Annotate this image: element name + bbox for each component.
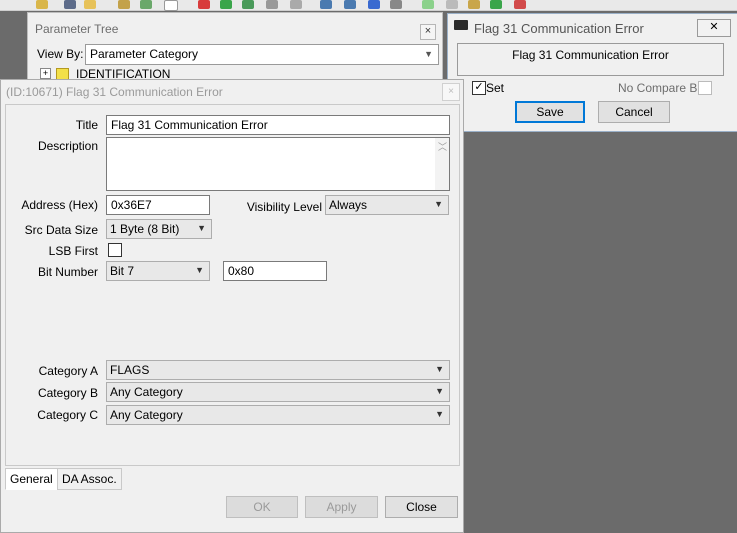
chevron-down-icon: ▼ [195, 265, 204, 275]
category-c-select[interactable]: Any Category ▼ [106, 405, 450, 425]
dialog-title: (ID:10671) Flag 31 Communication Error [6, 85, 223, 99]
address-label: Address (Hex) [21, 198, 98, 212]
save-icon[interactable] [64, 0, 76, 9]
category-c-label: Category C [37, 408, 98, 422]
close-icon[interactable]: × [420, 24, 436, 40]
description-textarea[interactable]: ︿ ﹀ [106, 137, 450, 191]
view-by-value: Parameter Category [90, 47, 199, 61]
tab-general[interactable]: General [5, 468, 58, 490]
monitor-icon[interactable] [390, 0, 402, 9]
chevron-down-icon: ▼ [435, 386, 444, 396]
window-icon[interactable] [344, 0, 356, 9]
table-icon[interactable] [320, 0, 332, 9]
cancel-button[interactable]: Cancel [598, 101, 670, 123]
tab-da-assoc[interactable]: DA Assoc. [57, 468, 122, 490]
view-by-select[interactable]: Parameter Category ▼ [85, 44, 439, 65]
bit-number-label: Bit Number [37, 265, 98, 279]
title-input-value: Flag 31 Communication Error [111, 118, 268, 132]
pin-icon[interactable] [118, 0, 130, 9]
bit-mask-value: 0x80 [228, 264, 255, 278]
blocks-icon[interactable] [490, 0, 502, 9]
cut-icon[interactable] [140, 0, 152, 9]
compare-icon[interactable] [468, 0, 480, 9]
bit-mask-input[interactable]: 0x80 [223, 261, 327, 281]
close-button[interactable]: Close [385, 496, 458, 518]
general-tab-panel: Title Flag 31 Communication Error Descri… [5, 104, 460, 466]
set-checkbox[interactable]: ✓ [472, 81, 486, 95]
delete-icon[interactable] [198, 0, 210, 9]
add-icon[interactable] [220, 0, 232, 9]
flag-name-display: Flag 31 Communication Error [457, 43, 724, 76]
category-a-select[interactable]: FLAGS ▼ [106, 360, 450, 380]
set-label: Set [486, 81, 505, 95]
chevron-down-icon: ▼ [434, 199, 443, 209]
src-data-size-label: Src Data Size [24, 223, 98, 237]
close-button[interactable]: ✕ [697, 19, 731, 37]
page-icon[interactable] [164, 0, 178, 11]
chevron-down-icon: ▼ [435, 409, 444, 419]
apply-button[interactable]: Apply [305, 496, 378, 518]
list-icon[interactable] [290, 0, 302, 9]
parameter-edit-dialog: (ID:10671) Flag 31 Communication Error ×… [0, 79, 464, 533]
expand-icon[interactable]: + [40, 68, 51, 79]
category-c-value: Any Category [110, 408, 183, 422]
chevron-down-icon: ▼ [435, 364, 444, 374]
top-toolbar [0, 0, 737, 11]
address-input[interactable]: 0x36E7 [106, 195, 210, 215]
textarea-scrollbar[interactable]: ︿ ﹀ [435, 138, 449, 190]
title-input[interactable]: Flag 31 Communication Error [106, 115, 450, 135]
bit-number-select[interactable]: Bit 7 ▼ [106, 261, 210, 281]
binary-icon[interactable] [422, 0, 434, 9]
flag-dialog-title: Flag 31 Communication Error [474, 21, 644, 36]
category-b-value: Any Category [110, 385, 183, 399]
close-icon[interactable]: × [442, 83, 460, 101]
tool-icon[interactable] [266, 0, 278, 9]
save-button[interactable]: Save [515, 101, 585, 123]
folder-icon[interactable] [36, 0, 48, 9]
lsb-first-label: LSB First [48, 244, 98, 258]
lsb-first-checkbox[interactable] [108, 243, 122, 257]
chip-icon [454, 20, 468, 30]
visibility-level-label: Visibility Level [246, 200, 322, 214]
src-data-size-select[interactable]: 1 Byte (8 Bit) ▼ [106, 219, 212, 239]
grid-icon[interactable] [514, 0, 526, 9]
no-compare-bin-label: No Compare Bin [618, 81, 707, 95]
bit-number-value: Bit 7 [110, 264, 135, 278]
chevron-down-icon: ▼ [424, 49, 433, 59]
category-a-value: FLAGS [110, 363, 150, 377]
magnify-icon[interactable] [446, 0, 458, 9]
copy-icon[interactable] [242, 0, 254, 9]
parameter-tree-title: Parameter Tree [35, 22, 119, 36]
src-data-size-value: 1 Byte (8 Bit) [110, 222, 180, 236]
tab-strip: General DA Assoc. [5, 466, 458, 490]
no-compare-bin-checkbox[interactable] [698, 81, 712, 95]
scroll-down-icon[interactable]: ﹀ [438, 140, 447, 188]
category-b-label: Category B [37, 386, 98, 400]
info-icon[interactable] [368, 0, 380, 9]
address-value: 0x36E7 [111, 198, 152, 212]
visibility-level-select[interactable]: Always ▼ [325, 195, 449, 215]
view-by-label: View By: [37, 47, 84, 61]
chevron-down-icon: ▼ [197, 223, 206, 233]
title-label: Title [75, 118, 98, 132]
visibility-level-value: Always [329, 198, 368, 212]
category-a-label: Category A [38, 364, 98, 378]
flag-dialog: Flag 31 Communication Error ✕ Flag 31 Co… [447, 13, 737, 132]
category-b-select[interactable]: Any Category ▼ [106, 382, 450, 402]
description-label: Description [37, 139, 98, 153]
open-folder-icon[interactable] [84, 0, 96, 9]
ok-button[interactable]: OK [226, 496, 298, 518]
